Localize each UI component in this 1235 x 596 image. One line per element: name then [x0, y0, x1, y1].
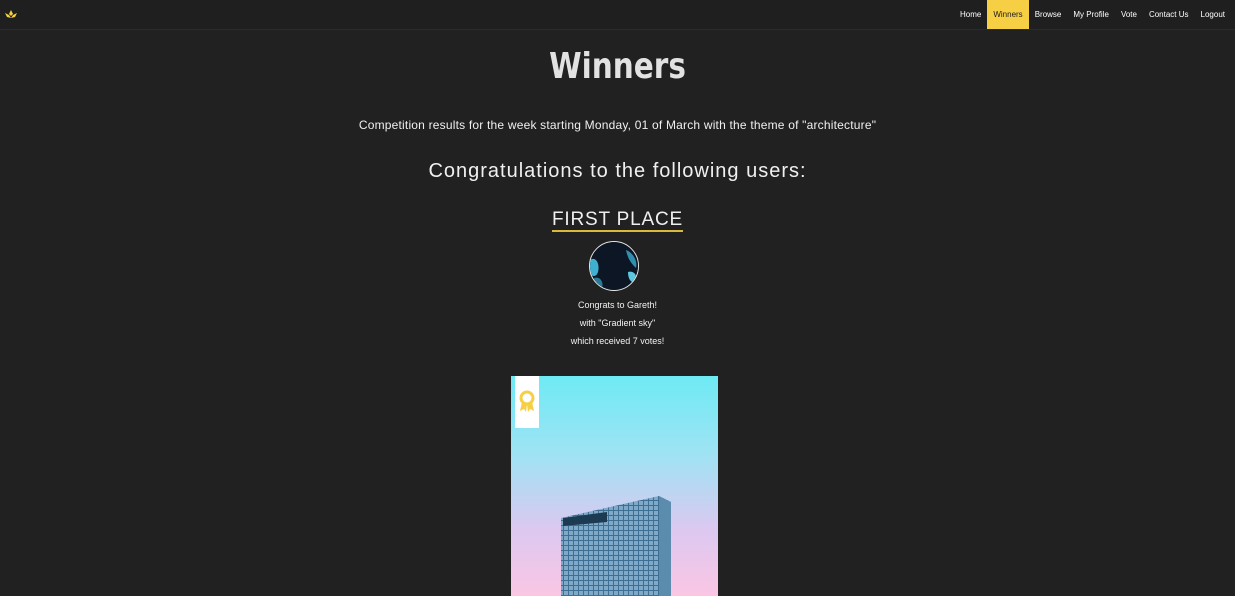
nav-item-vote[interactable]: Vote	[1115, 0, 1143, 29]
lotus-crown-icon[interactable]	[4, 7, 18, 21]
competition-results-text: Competition results for the week startin…	[358, 118, 877, 132]
congratulations-heading: Congratulations to the following users:	[428, 160, 807, 182]
nav-item-my-profile[interactable]: My Profile	[1067, 0, 1115, 29]
first-place-label: FIRST PLACE	[552, 209, 683, 232]
nav-item-contact-us[interactable]: Contact Us	[1143, 0, 1195, 29]
nav-item-browse[interactable]: Browse	[1029, 0, 1068, 29]
winner-avatar[interactable]	[589, 241, 639, 291]
building-illustration	[561, 496, 671, 596]
nav-item-logout[interactable]: Logout	[1195, 0, 1231, 29]
nav-item-winners[interactable]: Winners	[987, 0, 1029, 29]
winner-photo-title-line: with "Gradient sky"	[579, 318, 656, 328]
first-place-heading: FIRST PLACE	[0, 209, 1235, 232]
avatar-image	[590, 242, 638, 290]
award-badge	[515, 376, 539, 428]
page-title: Winners	[549, 46, 686, 87]
top-navbar: Home Winners Browse My Profile Vote Cont…	[0, 0, 1235, 30]
winner-congrats-line: Congrats to Gareth!	[577, 300, 658, 310]
nav-item-home[interactable]: Home	[954, 0, 987, 29]
winning-photo[interactable]	[511, 376, 718, 596]
award-ribbon-icon	[519, 390, 535, 412]
winner-votes-line: which received 7 votes!	[570, 336, 665, 346]
nav-menu: Home Winners Browse My Profile Vote Cont…	[954, 0, 1231, 29]
